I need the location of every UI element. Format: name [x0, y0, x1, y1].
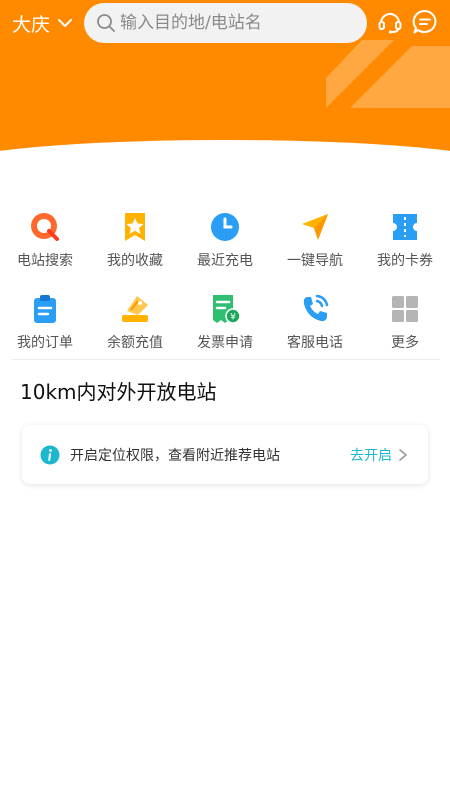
- chevron-down-icon: [58, 19, 73, 27]
- menu-orders[interactable]: 我的订单: [0, 287, 90, 369]
- menu-balance-recharge[interactable]: 余额充值: [90, 287, 180, 369]
- headset-icon[interactable]: [377, 9, 403, 35]
- menu-service-phone[interactable]: 客服电话: [270, 287, 360, 369]
- svg-text:¥: ¥: [230, 313, 236, 323]
- search-bar[interactable]: [84, 3, 367, 43]
- phone-icon: [303, 294, 329, 322]
- nearby-stations-title: 10km内对外开放电站: [20, 380, 217, 404]
- navigation-icon: [302, 214, 328, 240]
- decorative-stripes-icon: [326, 40, 450, 108]
- coupon-icon: [393, 214, 417, 240]
- menu-label: 发票申请: [197, 335, 253, 351]
- quick-menu: 电站搜索 我的收藏 最近充电 一键导航 我的卡券 我的订单 余额充值 ¥ 发票申…: [0, 205, 450, 369]
- clock-icon: [211, 213, 239, 241]
- header-curve: [0, 140, 450, 165]
- menu-coupons[interactable]: 我的卡券: [360, 205, 450, 287]
- menu-navigation[interactable]: 一键导航: [270, 205, 360, 287]
- location-permission-text: 开启定位权限，查看附近推荐电站: [70, 447, 280, 464]
- menu-label: 我的卡券: [377, 253, 433, 269]
- city-selector[interactable]: 大庆: [12, 10, 74, 36]
- message-icon[interactable]: [412, 9, 438, 35]
- menu-label: 我的收藏: [107, 253, 163, 269]
- menu-station-search[interactable]: 电站搜索: [0, 205, 90, 287]
- menu-more[interactable]: 更多: [360, 287, 450, 369]
- menu-label: 最近充电: [197, 253, 253, 269]
- quick-menu-row: 电站搜索 我的收藏 最近充电 一键导航 我的卡券: [0, 205, 450, 287]
- city-name: 大庆: [12, 13, 51, 36]
- recharge-tag-icon: [122, 296, 148, 322]
- favorite-star-icon: [125, 213, 145, 241]
- info-icon: [40, 445, 60, 464]
- location-permission-card[interactable]: 开启定位权限，查看附近推荐电站 去开启: [22, 425, 428, 484]
- menu-label: 客服电话: [287, 335, 343, 351]
- search-input[interactable]: [120, 13, 350, 33]
- search-icon: [97, 14, 115, 32]
- quick-menu-row: 我的订单 余额充值 ¥ 发票申请 客服电话 更多: [0, 287, 450, 369]
- order-clipboard-icon: [34, 295, 56, 323]
- menu-label: 电站搜索: [17, 253, 73, 269]
- grid-more-icon: [392, 296, 418, 322]
- enable-location-button[interactable]: 去开启: [350, 445, 392, 465]
- menu-invoice[interactable]: ¥ 发票申请: [180, 287, 270, 369]
- invoice-icon: ¥: [213, 295, 241, 324]
- menu-label: 余额充值: [107, 335, 163, 351]
- chevron-right-icon[interactable]: [398, 448, 408, 462]
- menu-recent-charging[interactable]: 最近充电: [180, 205, 270, 287]
- menu-favorites[interactable]: 我的收藏: [90, 205, 180, 287]
- station-search-icon: [31, 213, 59, 241]
- section-divider: [12, 359, 440, 360]
- menu-label: 我的订单: [17, 335, 73, 351]
- menu-label: 一键导航: [287, 253, 343, 269]
- menu-label: 更多: [391, 335, 419, 351]
